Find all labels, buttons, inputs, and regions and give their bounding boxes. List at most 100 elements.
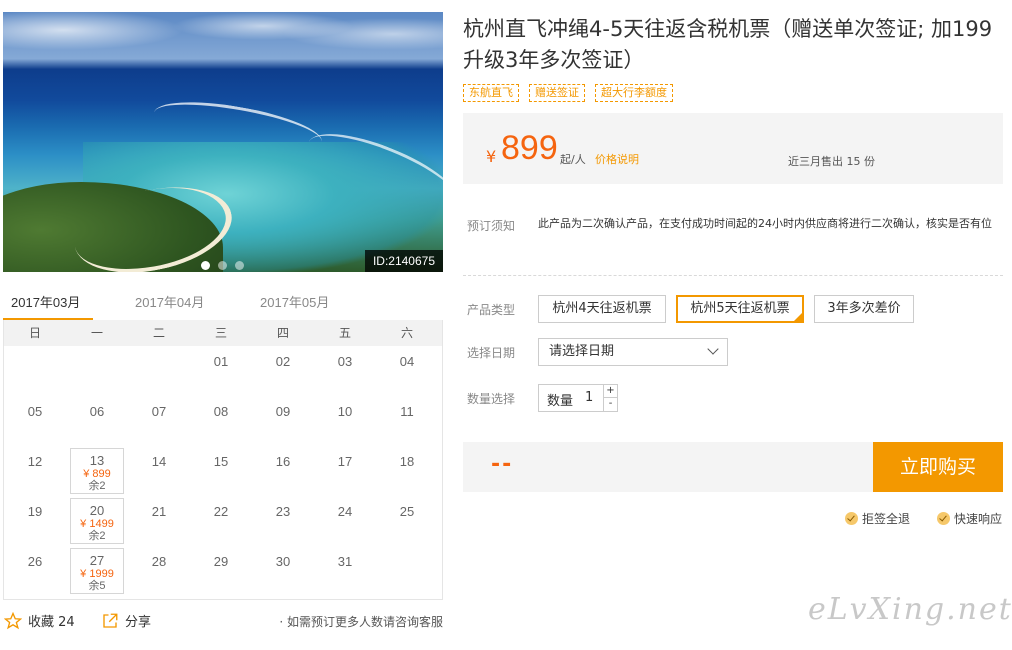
- day-number: 24: [337, 504, 353, 519]
- slide-dots: [201, 261, 244, 270]
- day-number: 09: [275, 404, 291, 419]
- weekday-label: 日: [28, 326, 41, 340]
- product-type-option-label: 杭州5天往返机票: [690, 301, 790, 316]
- calendar-day: 29: [190, 546, 252, 596]
- calendar-day: 23: [252, 496, 314, 546]
- product-tag: 赠送签证: [529, 84, 585, 102]
- hero-clouds: [3, 12, 443, 58]
- day-number: 05: [27, 404, 43, 419]
- product-type-option[interactable]: 3年多次差价: [814, 295, 914, 323]
- more-people-note[interactable]: · 如需预订更多人数请咨询客服: [279, 613, 443, 630]
- product-tag: 东航直飞: [463, 84, 519, 102]
- calendar-day-available[interactable]: 13 ¥ 899 余2: [70, 448, 124, 494]
- booking-notice-text: 此产品为二次确认产品，在支付成功时间起的24小时内供应商将进行二次确认，核实是否…: [538, 217, 992, 230]
- calendar-day: 22: [190, 496, 252, 546]
- tab-month-03[interactable]: 2017年03月: [11, 292, 80, 311]
- weekday-label: 一: [90, 326, 103, 340]
- calendar-grid: 01 02 03 04 05 06 07 08 09 10 11 12 13 ¥ 899 余2 14 15 16 1…: [4, 346, 442, 596]
- calendar-day: 06: [66, 396, 128, 446]
- day-price: ¥ 1999: [80, 568, 114, 580]
- calendar-day: 31: [314, 546, 376, 596]
- day-number: 13: [89, 453, 105, 468]
- calendar-day: 30: [252, 546, 314, 596]
- share-button[interactable]: 分享: [101, 611, 151, 630]
- day-number: 01: [213, 354, 229, 369]
- calendar-day: 18: [376, 446, 438, 496]
- quantity-label: 数量选择: [467, 392, 516, 406]
- day-price: ¥ 899: [83, 468, 111, 480]
- chevron-down-icon: [707, 343, 719, 355]
- quantity-decrease-button[interactable]: -: [603, 398, 617, 411]
- calendar-day: 28: [128, 546, 190, 596]
- calendar-day: 21: [128, 496, 190, 546]
- calendar-day: 17: [314, 446, 376, 496]
- weekday-label: 五: [338, 326, 351, 340]
- product-type-label: 产品类型: [467, 303, 516, 317]
- calendar-day: 04: [376, 346, 438, 396]
- total-bar: --: [463, 442, 873, 492]
- selected-corner-icon: [793, 312, 803, 322]
- calendar-day: 25: [376, 496, 438, 546]
- calendar-day: 14: [128, 446, 190, 496]
- calendar-day: 01: [190, 346, 252, 396]
- tab-month-04[interactable]: 2017年04月: [135, 292, 204, 311]
- quantity-value[interactable]: 1: [585, 390, 593, 405]
- buy-now-button[interactable]: 立即购买: [873, 442, 1003, 492]
- slide-dot[interactable]: [201, 261, 210, 270]
- calendar-day: 15: [190, 446, 252, 496]
- day-number: 04: [399, 354, 415, 369]
- calendar-day: 11: [376, 396, 438, 446]
- day-number: 06: [89, 404, 105, 419]
- date-label: 选择日期: [467, 346, 516, 360]
- watermark: eLvXing.net: [808, 592, 1012, 627]
- day-number: 21: [151, 504, 167, 519]
- calendar-day: 07: [128, 396, 190, 446]
- booking-notice-label: 预订须知: [467, 219, 516, 233]
- calendar-day: 03: [314, 346, 376, 396]
- month-tabs: 2017年03月 2017年04月 2017年05月: [3, 288, 443, 321]
- day-remaining: 余5: [88, 580, 106, 592]
- calendar-day: 12: [4, 446, 66, 496]
- product-tag: 超大行李额度: [595, 84, 673, 102]
- tab-month-05[interactable]: 2017年05月: [260, 292, 329, 311]
- day-number: 15: [213, 454, 229, 469]
- favorite-button[interactable]: 收藏 24: [4, 611, 75, 630]
- guarantee-label: 快速响应: [954, 512, 1003, 526]
- calendar-day: 16: [252, 446, 314, 496]
- slide-dot[interactable]: [218, 261, 227, 270]
- day-number: 17: [337, 454, 353, 469]
- star-icon: [4, 611, 22, 629]
- day-number: 23: [275, 504, 291, 519]
- quantity-increase-button[interactable]: +: [603, 385, 617, 398]
- date-select[interactable]: 请选择日期: [538, 338, 728, 366]
- calendar-day: 02: [252, 346, 314, 396]
- calendar-day-available[interactable]: 20 ¥ 1499 余2: [70, 498, 124, 544]
- product-tags: 东航直飞 赠送签证 超大行李额度: [463, 84, 673, 102]
- date-select-value: 请选择日期: [549, 344, 615, 359]
- check-icon: [845, 512, 858, 525]
- quantity-stepper[interactable]: 数量 1 + -: [538, 384, 618, 412]
- check-icon: [937, 512, 950, 525]
- quantity-inner-label: 数量: [547, 394, 574, 409]
- day-number: 31: [337, 554, 353, 569]
- product-type-option-selected[interactable]: 杭州5天往返机票: [676, 295, 804, 323]
- slide-dot[interactable]: [235, 261, 244, 270]
- hero-image[interactable]: ID:2140675: [3, 12, 443, 272]
- product-type-option[interactable]: 杭州4天往返机票: [538, 295, 666, 323]
- weekday-label: 四: [276, 326, 289, 340]
- calendar-day: 08: [190, 396, 252, 446]
- day-number: 29: [213, 554, 229, 569]
- price-explanation-link[interactable]: 价格说明: [595, 151, 639, 167]
- day-number: 12: [27, 454, 43, 469]
- product-title: 杭州直飞冲绳4-5天往返含税机票（赠送单次签证; 加199升级3年多次签证）: [463, 17, 993, 72]
- price-value: 899: [501, 129, 558, 167]
- day-number: 28: [151, 554, 167, 569]
- weekday-label: 二: [152, 326, 165, 340]
- day-number: 18: [399, 454, 415, 469]
- calendar-day-available[interactable]: 27 ¥ 1999 余5: [70, 548, 124, 594]
- favorite-label: 收藏 24: [28, 615, 75, 630]
- day-number: 20: [89, 503, 105, 518]
- day-number: 22: [213, 504, 229, 519]
- product-id-badge: ID:2140675: [364, 250, 443, 272]
- day-number: 11: [400, 404, 414, 419]
